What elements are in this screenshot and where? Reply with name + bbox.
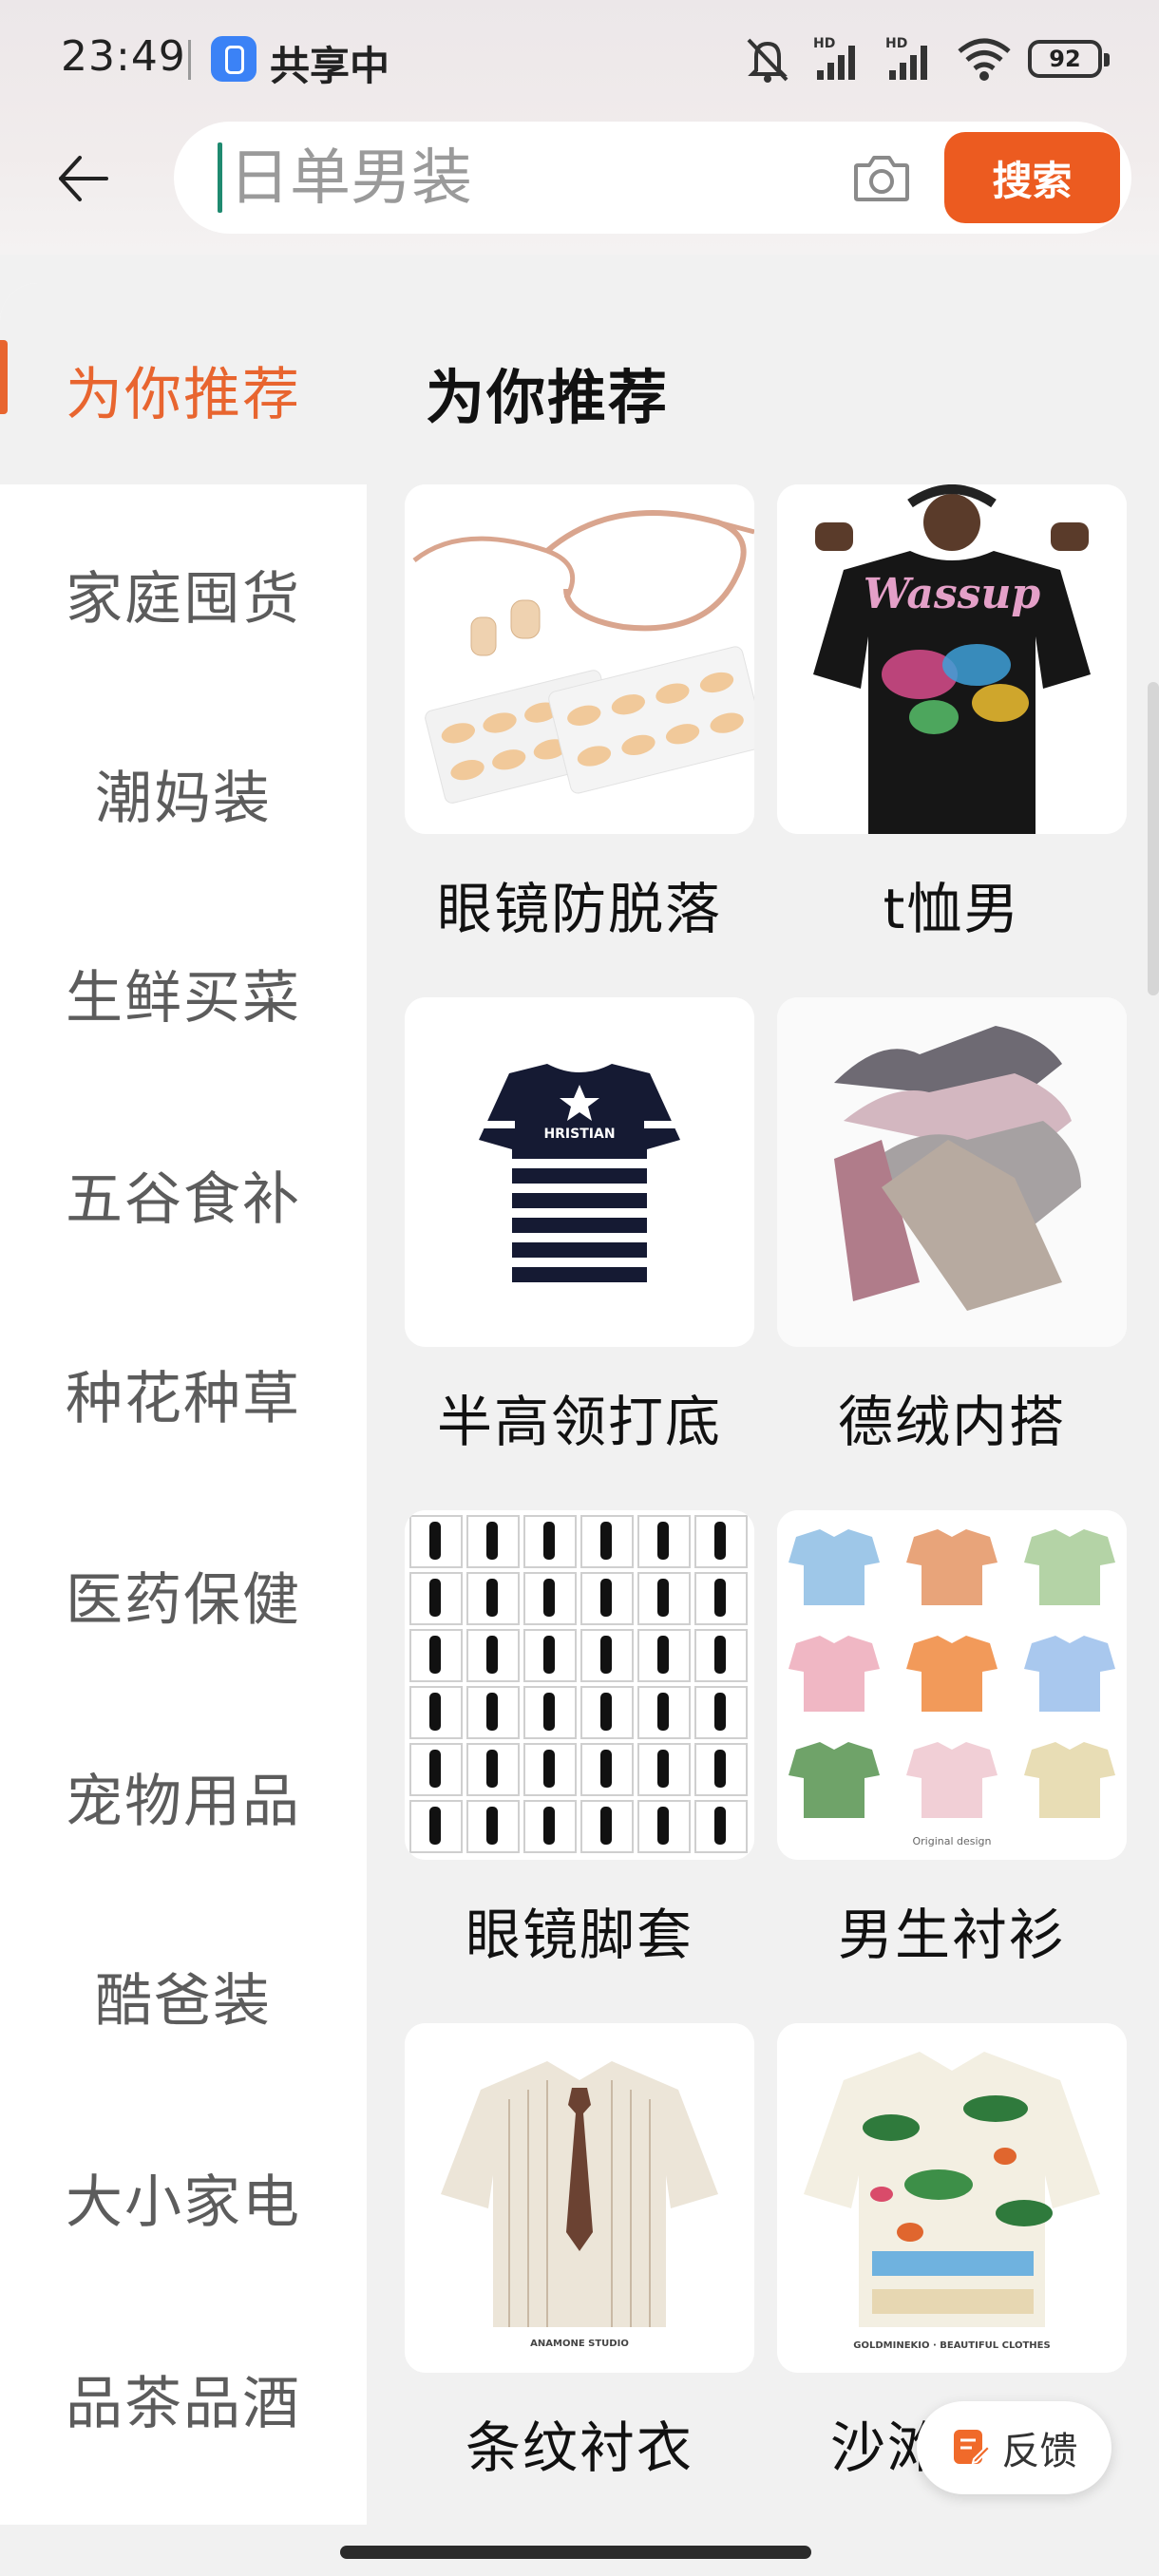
sidebar-item-label: 潮妈装 bbox=[95, 765, 272, 832]
network-type-2: HD bbox=[885, 36, 907, 51]
product-image-shirts-grid: Original design bbox=[777, 1510, 1127, 1860]
product-image-tshirt: Wassup bbox=[777, 484, 1127, 834]
search-button[interactable]: 搜索 bbox=[944, 132, 1120, 223]
status-time: 23:49 bbox=[61, 32, 186, 81]
product-label: 条纹衬衣 bbox=[465, 2415, 694, 2480]
product-label: 德绒内搭 bbox=[837, 1390, 1066, 1454]
sidebar-item-label: 酷爸装 bbox=[95, 1967, 272, 2035]
status-icons: HD HD 92 bbox=[739, 32, 1110, 85]
status-divider bbox=[188, 40, 191, 80]
product-image-striped-top: HRISTIAN bbox=[405, 997, 754, 1347]
product-label: t恤男 bbox=[883, 877, 1021, 941]
status-bar: 23:49 共享中 HD HD 92 bbox=[0, 0, 1159, 119]
section-title: 为你推荐 bbox=[426, 363, 670, 432]
sidebar-item-label: 五谷食补 bbox=[66, 1165, 301, 1233]
shirts-grid-caption: Original design bbox=[912, 1835, 991, 1847]
product-card[interactable]: Original design 男生衬衫 bbox=[777, 1510, 1127, 1985]
sidebar-item-household[interactable]: 家庭囤货 bbox=[0, 532, 367, 655]
sidebar-item-pets[interactable]: 宠物用品 bbox=[0, 1734, 367, 1858]
product-card[interactable]: 眼镜防脱落 bbox=[405, 484, 754, 959]
category-sidebar: 为你推荐 家庭囤货 潮妈装 生鲜买菜 五谷食补 种花种草 医药保健 宠物用品 酷… bbox=[0, 283, 367, 2525]
home-indicator[interactable] bbox=[340, 2546, 811, 2559]
sidebar-item-fresh-food[interactable]: 生鲜买菜 bbox=[0, 931, 367, 1054]
sidebar-item-label: 大小家电 bbox=[66, 2169, 301, 2236]
striped-top-print-text: HRISTIAN bbox=[543, 1127, 615, 1142]
product-card[interactable]: Wassup t恤男 bbox=[777, 484, 1127, 959]
product-image-striped-shirt: ANAMONE STUDIO bbox=[405, 2023, 754, 2373]
product-image-camisoles bbox=[777, 997, 1127, 1347]
feedback-icon bbox=[953, 2430, 991, 2465]
header: 23:49 共享中 HD HD 92 日单男装 搜索 bbox=[0, 0, 1159, 255]
sidebar-item-label: 品茶品酒 bbox=[66, 2370, 301, 2437]
cell-signal-icon: HD bbox=[813, 36, 855, 80]
product-image-glasses bbox=[405, 484, 754, 834]
back-arrow-icon[interactable] bbox=[55, 150, 112, 207]
tshirt-print-text: Wassup bbox=[864, 570, 1041, 618]
category-panel: 为你推荐 家庭囤货 潮妈装 生鲜买菜 五谷食补 种花种草 医药保健 宠物用品 酷… bbox=[0, 283, 1159, 2525]
text-cursor bbox=[218, 142, 222, 213]
sidebar-item-label: 种花种草 bbox=[66, 1365, 301, 1432]
network-type-1: HD bbox=[813, 36, 835, 51]
search-input[interactable] bbox=[227, 131, 725, 226]
product-label: 眼镜脚套 bbox=[465, 1903, 694, 1967]
sidebar-item-label: 医药保健 bbox=[66, 1566, 301, 1634]
wifi-icon bbox=[958, 38, 1011, 81]
camera-icon[interactable] bbox=[850, 146, 913, 209]
scrollbar[interactable] bbox=[1148, 682, 1159, 995]
screen-share-icon bbox=[211, 36, 256, 82]
product-card[interactable]: ANAMONE STUDIO 条纹衬衣 bbox=[405, 2023, 754, 2498]
product-label: 半高领打底 bbox=[436, 1390, 722, 1454]
sidebar-item-gardening[interactable]: 种花种草 bbox=[0, 1332, 367, 1455]
sidebar-item-label: 宠物用品 bbox=[66, 1768, 301, 1835]
battery-indicator: 92 bbox=[1028, 40, 1110, 78]
search-bar: 搜索 bbox=[174, 122, 1131, 234]
sidebar-item-label: 为你推荐 bbox=[66, 361, 301, 428]
product-image-hawaiian-shirt: GOLDMINEKIO · BEAUTIFUL CLOTHES bbox=[777, 2023, 1127, 2373]
sidebar-item-health[interactable]: 医药保健 bbox=[0, 1533, 367, 1657]
striped-shirt-brand: ANAMONE STUDIO bbox=[530, 2339, 629, 2349]
sidebar-item-grains[interactable]: 五谷食补 bbox=[0, 1132, 367, 1256]
share-status-text: 共享中 bbox=[270, 43, 390, 89]
feedback-button[interactable]: 反馈 bbox=[917, 2401, 1112, 2494]
feedback-label: 反馈 bbox=[1001, 2430, 1078, 2473]
sidebar-item-label: 家庭囤货 bbox=[66, 565, 301, 633]
sidebar-item-mom-clothing[interactable]: 潮妈装 bbox=[0, 731, 367, 855]
product-card[interactable]: HRISTIAN 半高领打底 bbox=[405, 997, 754, 1472]
mute-bell-icon bbox=[747, 38, 788, 83]
product-card[interactable]: 眼镜脚套 bbox=[405, 1510, 754, 1985]
product-image-temple-tips bbox=[405, 1510, 754, 1860]
sidebar-item-appliances[interactable]: 大小家电 bbox=[0, 2135, 367, 2259]
sidebar-item-dad-clothing[interactable]: 酷爸装 bbox=[0, 1934, 367, 2057]
sidebar-item-recommended[interactable]: 为你推荐 bbox=[0, 283, 367, 484]
active-indicator bbox=[0, 340, 8, 414]
cell-signal-icon-2: HD bbox=[885, 36, 927, 80]
product-label: 男生衬衫 bbox=[837, 1903, 1066, 1967]
sidebar-item-label: 生鲜买菜 bbox=[66, 964, 301, 1032]
product-card[interactable]: 德绒内搭 bbox=[777, 997, 1127, 1472]
product-label: 眼镜防脱落 bbox=[436, 877, 722, 941]
sidebar-item-tea-wine[interactable]: 品茶品酒 bbox=[0, 2337, 367, 2460]
hawaiian-shirt-brand: GOLDMINEKIO · BEAUTIFUL CLOTHES bbox=[853, 2340, 1050, 2351]
